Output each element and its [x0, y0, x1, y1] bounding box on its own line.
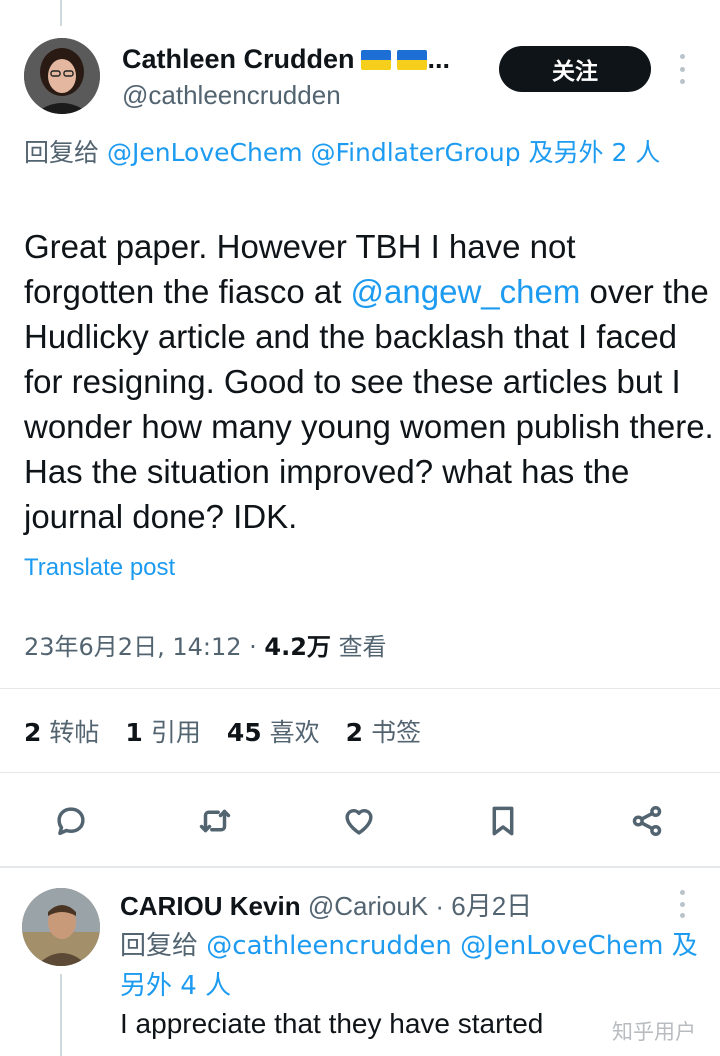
like-icon[interactable] [336, 798, 382, 844]
author-display-name[interactable]: Cathleen Crudden [122, 44, 355, 75]
more-options-icon[interactable] [672, 890, 692, 918]
likes-stat[interactable]: 45 喜欢 [227, 713, 320, 749]
quotes-count: 1 [125, 718, 143, 747]
repost-icon[interactable] [192, 798, 238, 844]
mention-link[interactable]: @cathleencrudden [206, 931, 452, 961]
mention-link[interactable]: @angew_chem [351, 273, 581, 310]
translate-post-link[interactable]: Translate post [24, 554, 175, 582]
tweet-text: Great paper. However TBH I have not forg… [24, 224, 714, 539]
views-count: 4.2万 [264, 633, 331, 661]
reposts-count: 2 [24, 718, 42, 747]
reply-icon[interactable] [48, 798, 94, 844]
views-label: 查看 [338, 633, 387, 661]
bookmarks-label: 书签 [371, 718, 422, 747]
reply-context: 回复给 @cathleencrudden @JenLoveChem 及另外 4 … [120, 926, 710, 1006]
mention-link[interactable]: @JenLoveChem [107, 138, 303, 167]
bookmark-icon[interactable] [480, 798, 526, 844]
likes-label: 喜欢 [269, 718, 320, 747]
mention-link[interactable]: @JenLoveChem [460, 931, 663, 961]
reply-prefix: 回复给 [24, 138, 100, 167]
reply-context: 回复给 @JenLoveChem @FindlaterGroup 及另外 2 人 [24, 134, 704, 172]
thread-line-top [60, 0, 62, 26]
thread-line-bottom [60, 974, 62, 1056]
watermark: 知乎用户 [612, 1020, 696, 1044]
mention-link[interactable]: @FindlaterGroup [311, 138, 521, 167]
quotes-stat[interactable]: 1 引用 [125, 713, 200, 749]
reposts-label: 转帖 [49, 718, 100, 747]
bookmarks-count: 2 [345, 718, 364, 747]
avatar-photo-icon [24, 38, 100, 114]
more-options-icon[interactable] [672, 54, 692, 84]
ukraine-flag-icon [396, 49, 427, 70]
others-link[interactable]: 及另外 2 人 [529, 138, 661, 167]
timestamp[interactable]: 23年6月2日, 14:12 · [24, 633, 257, 661]
author-name-row[interactable]: Cathleen Crudden ... [122, 44, 450, 75]
reply-handle-date[interactable]: @CariouK · 6月2日 [308, 891, 532, 921]
reply-author-row[interactable]: CARIOU Kevin @CariouK · 6月2日 [120, 886, 532, 923]
tweet-meta: 23年6月2日, 14:12 · 4.2万 查看 [24, 627, 387, 662]
reply-display-name[interactable]: CARIOU Kevin [120, 891, 301, 921]
name-ellipsis: ... [427, 44, 451, 74]
reposts-stat[interactable]: 2 转帖 [24, 713, 99, 749]
bookmarks-stat[interactable]: 2 书签 [346, 713, 421, 749]
reply-prefix: 回复给 [120, 931, 199, 961]
tweet-text-part: over the Hudlicky article and the backla… [24, 273, 714, 535]
author-handle[interactable]: @cathleencrudden [122, 80, 341, 111]
avatar[interactable] [22, 888, 100, 966]
share-icon[interactable] [624, 798, 670, 844]
follow-button[interactable]: 关注 [499, 46, 651, 92]
tweet-separator [0, 866, 720, 868]
engagement-stats: 2 转帖 1 引用 45 喜欢 2 书签 [24, 713, 421, 749]
reply-tweet-text: I appreciate that they have started [120, 1008, 544, 1039]
avatar[interactable] [24, 38, 100, 114]
divider [0, 772, 720, 773]
likes-count: 45 [226, 718, 262, 747]
divider [0, 688, 720, 689]
quotes-label: 引用 [150, 718, 201, 747]
ukraine-flag-icon [360, 49, 391, 70]
avatar-photo-icon [22, 888, 100, 966]
action-bar [0, 798, 720, 844]
